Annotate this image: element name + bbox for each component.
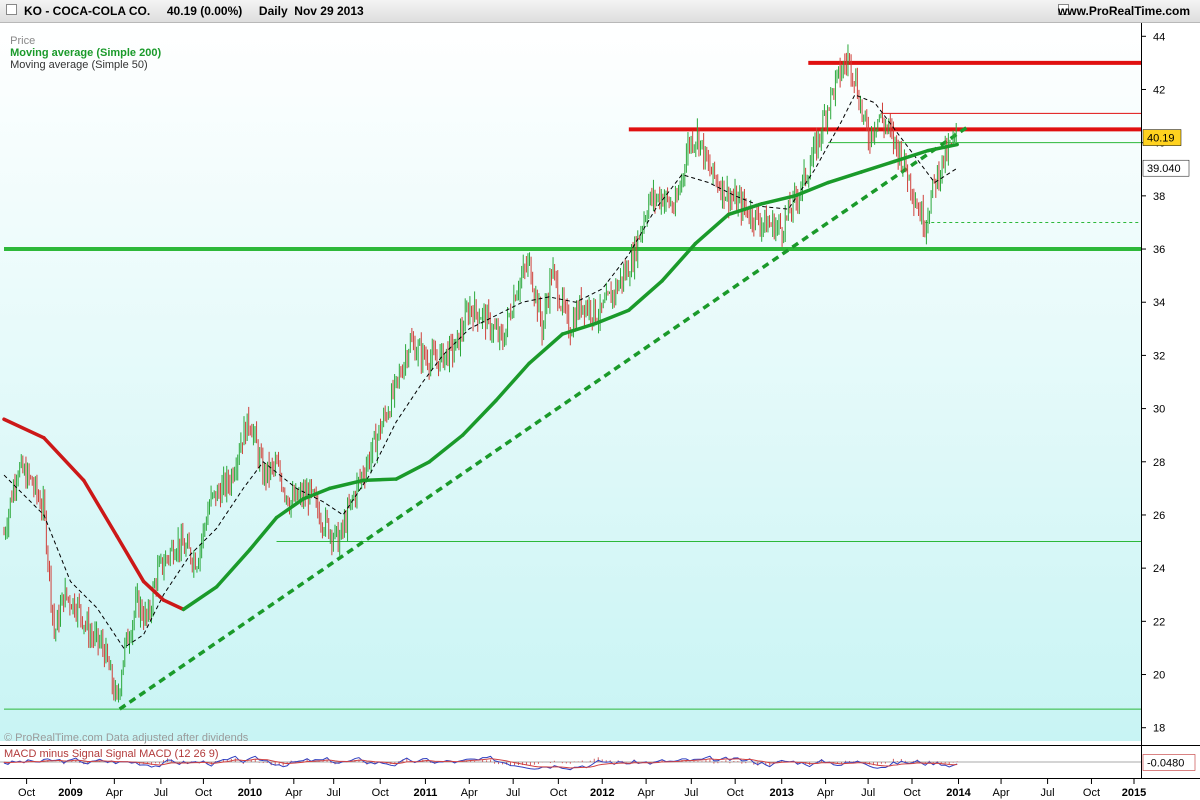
x-tick-label: 2013 [769, 787, 793, 799]
x-tick-label: Jul [506, 787, 520, 799]
legend-price: Price [10, 35, 36, 47]
x-tick-label: 2014 [946, 787, 971, 799]
last-price-label: 40.19 [1147, 133, 1175, 145]
x-tick-label: Apr [638, 787, 655, 799]
x-tick-label: Oct [727, 787, 744, 799]
x-tick-label: 2010 [238, 787, 262, 799]
x-tick-label: Jul [154, 787, 168, 799]
x-tick-label: 2015 [1122, 787, 1146, 799]
y-tick-label: 28 [1153, 457, 1165, 469]
y-tick-label: 36 [1153, 244, 1165, 256]
y-tick-label: 44 [1153, 31, 1165, 43]
x-tick-label: 2009 [58, 787, 82, 799]
y-tick-label: 30 [1153, 404, 1165, 416]
x-tick-label: Oct [18, 787, 35, 799]
x-tick-label: Oct [550, 787, 567, 799]
x-tick-label: 2012 [590, 787, 614, 799]
y-tick-label: 34 [1153, 297, 1165, 309]
x-tick-label: Oct [903, 787, 920, 799]
y-tick-label: 42 [1153, 84, 1165, 96]
y-tick-label: 18 [1153, 723, 1165, 735]
price-chart[interactable]: 1820222426283032343638404244 © ProRealTi… [0, 0, 1200, 800]
y-tick-label: 22 [1153, 616, 1165, 628]
x-tick-label: Oct [195, 787, 212, 799]
y-tick-label: 38 [1153, 191, 1165, 203]
x-tick-label: Oct [1083, 787, 1100, 799]
y-tick-label: 32 [1153, 350, 1165, 362]
x-tick-label: Apr [461, 787, 478, 799]
ma50-price-label: 39.040 [1147, 163, 1181, 175]
x-tick-label: Jul [1041, 787, 1055, 799]
x-tick-label: Jul [861, 787, 875, 799]
macd-value-label: -0.0480 [1147, 757, 1184, 769]
x-tick-label: Apr [817, 787, 834, 799]
y-tick-label: 24 [1153, 563, 1165, 575]
legend-ma50: Moving average (Simple 50) [10, 59, 148, 71]
x-tick-label: 2011 [413, 787, 437, 799]
x-tick-label: Jul [684, 787, 698, 799]
x-tick-label: Apr [285, 787, 302, 799]
footer-note: © ProRealTime.com Data adjusted after di… [4, 732, 249, 744]
macd-label: MACD minus Signal Signal MACD (12 26 9) [4, 748, 219, 760]
x-tick-label: Jul [327, 787, 341, 799]
y-tick-label: 26 [1153, 510, 1165, 522]
x-tick-label: Apr [992, 787, 1009, 799]
x-tick-label: Apr [106, 787, 123, 799]
y-tick-label: 20 [1153, 670, 1165, 682]
chart-legend: Price Moving average (Simple 200) Moving… [4, 23, 161, 71]
ma200-line [361, 477, 398, 483]
x-tick-label: Oct [372, 787, 389, 799]
legend-ma200: Moving average (Simple 200) [10, 47, 162, 59]
